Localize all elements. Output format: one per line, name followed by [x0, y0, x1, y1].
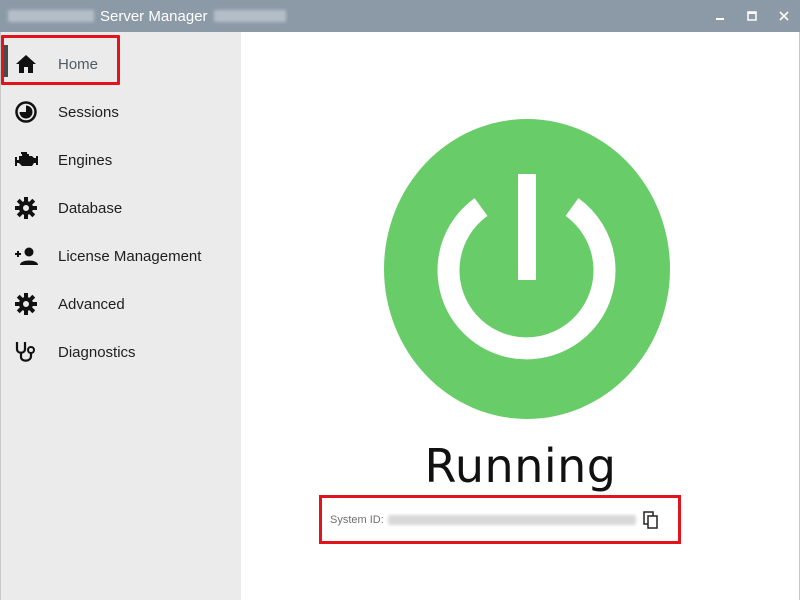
sidebar-item-sessions[interactable]: Sessions [1, 92, 242, 132]
status-text: Running [424, 439, 617, 493]
power-icon[interactable] [384, 119, 670, 419]
copy-icon [643, 510, 658, 529]
clock-pie-icon [12, 98, 40, 126]
engine-icon [12, 146, 40, 174]
sidebar-item-label: Sessions [58, 103, 119, 121]
redacted-title-prefix [8, 10, 94, 22]
close-icon [779, 11, 789, 21]
maximize-icon [747, 11, 757, 21]
system-id-value-redacted [387, 514, 636, 525]
system-id-label: System ID: [330, 513, 384, 526]
sidebar-item-label: Advanced [58, 295, 125, 313]
minimize-icon [716, 18, 724, 20]
gear-icon [12, 290, 40, 318]
sidebar-item-advanced[interactable]: Advanced [1, 284, 242, 324]
sidebar-item-label: Diagnostics [58, 343, 136, 361]
gear-icon [12, 194, 40, 222]
sidebar-item-label: License Management [58, 247, 202, 265]
system-id-highlight-box: System ID: [319, 495, 681, 544]
redacted-title-suffix [213, 10, 286, 22]
title-bar: Server Manager [0, 0, 800, 32]
stethoscope-icon [12, 338, 40, 366]
sidebar-item-database[interactable]: Database [1, 188, 242, 228]
window-controls [704, 0, 800, 32]
sidebar: Home Sessions Engines Database License M… [0, 32, 241, 600]
sidebar-item-license-management[interactable]: License Management [1, 236, 242, 276]
copy-button[interactable] [642, 510, 660, 529]
main-panel: Running System ID: [241, 32, 800, 600]
sidebar-item-label: Engines [58, 151, 113, 169]
sidebar-item-engines[interactable]: Engines [1, 140, 242, 180]
window-title: Server Manager [100, 7, 208, 25]
sidebar-item-label: Database [58, 199, 123, 217]
add-user-icon [12, 242, 40, 270]
maximize-button[interactable] [736, 0, 768, 32]
minimize-button[interactable] [704, 0, 736, 32]
home-highlight-box [1, 35, 120, 85]
close-button[interactable] [768, 0, 800, 32]
sidebar-item-diagnostics[interactable]: Diagnostics [1, 332, 242, 372]
